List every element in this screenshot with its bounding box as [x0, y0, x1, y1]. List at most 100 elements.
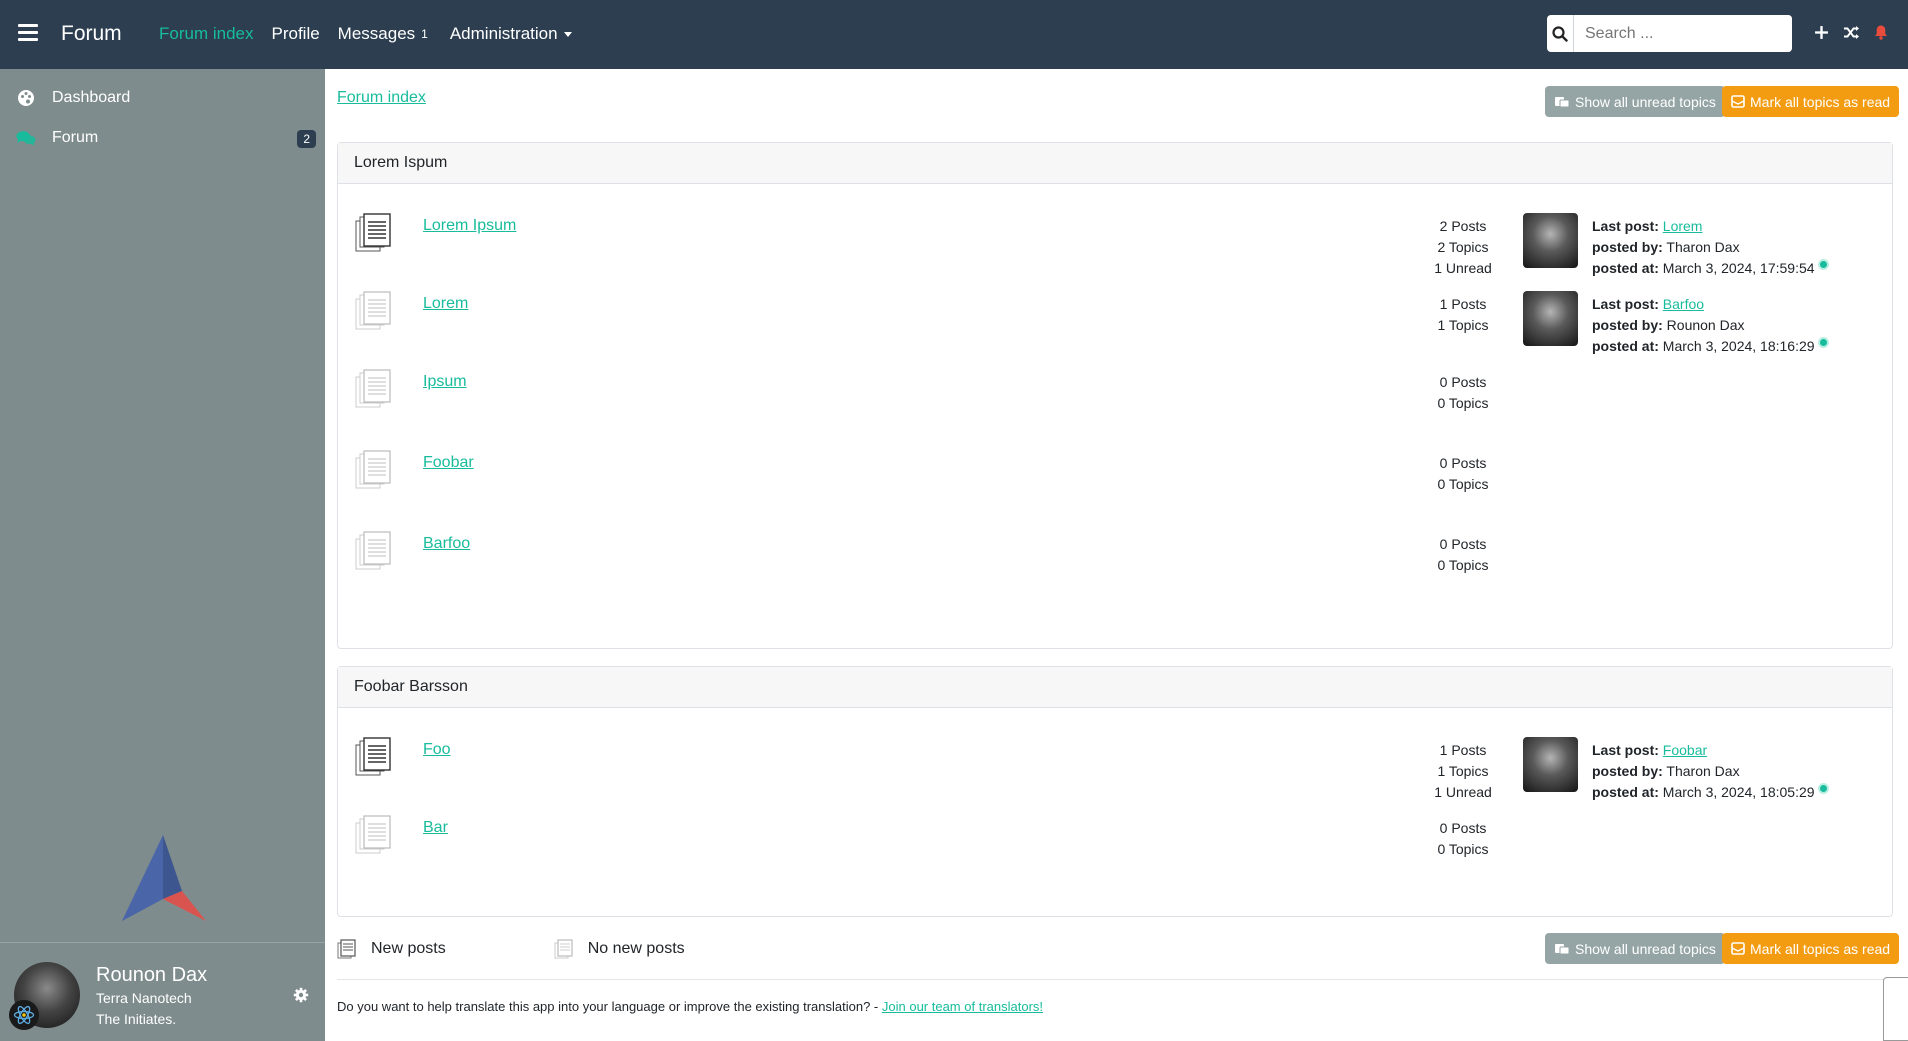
- last-post-info: Last post: Lorem posted by: Tharon Dax p…: [1592, 216, 1829, 279]
- topic-count: 0 Topics: [1437, 557, 1489, 573]
- mark-read-label: Mark all topics as read: [1750, 93, 1891, 110]
- main-nav: Forum index Profile Messages 1 Administr…: [159, 24, 590, 44]
- gear-icon[interactable]: [293, 987, 309, 1007]
- board-row: Foobar 0 Posts 0 Topics: [338, 450, 1892, 500]
- eye-slash-icon: [1555, 97, 1570, 108]
- document-stack-faded-icon: [554, 939, 573, 959]
- posted-at: March 3, 2024, 18:16:29: [1662, 338, 1815, 354]
- board-link[interactable]: Bar: [423, 819, 448, 837]
- breadcrumb-forum-index[interactable]: Forum index: [337, 89, 426, 107]
- eve-time-icon: [1817, 783, 1829, 794]
- board-stats: 0 Posts 0 Topics: [1378, 372, 1548, 414]
- posted-at-label: posted at:: [1592, 260, 1659, 276]
- posted-by: Tharon Dax: [1666, 763, 1740, 779]
- nav-administration[interactable]: Administration: [450, 24, 572, 44]
- category-title: Foobar Barsson: [338, 667, 1892, 708]
- eve-time-icon: [1817, 259, 1829, 270]
- show-unread-button-bottom[interactable]: Show all unread topics: [1545, 933, 1725, 964]
- user-name: Rounon Dax: [96, 964, 208, 986]
- document-stack-faded-icon: [355, 815, 391, 854]
- show-unread-button-top[interactable]: Show all unread topics: [1545, 86, 1725, 117]
- posted-at: March 3, 2024, 17:59:54: [1662, 260, 1815, 276]
- board-link[interactable]: Lorem: [423, 295, 468, 313]
- mark-read-button-top[interactable]: Mark all topics as read: [1722, 86, 1900, 117]
- board-stats: 0 Posts 0 Topics: [1378, 453, 1548, 495]
- post-count: 0 Posts: [1439, 536, 1487, 552]
- bell-icon[interactable]: [1874, 24, 1888, 40]
- plus-icon[interactable]: [1814, 25, 1829, 40]
- last-post-label: Last post:: [1592, 218, 1659, 234]
- messages-badge: 1: [421, 27, 428, 41]
- last-post-info: Last post: Barfoo posted by: Rounon Dax …: [1592, 294, 1829, 357]
- board-link[interactable]: Barfoo: [423, 535, 470, 553]
- caret-down-icon: [563, 32, 572, 38]
- board-link[interactable]: Ipsum: [423, 373, 467, 391]
- shuffle-icon[interactable]: [1843, 25, 1860, 40]
- debug-toolbar-tab[interactable]: [1883, 977, 1908, 1041]
- board-link[interactable]: Lorem Ipsum: [423, 217, 516, 235]
- top-navbar: Forum Forum index Profile Messages 1 Adm…: [0, 0, 1908, 69]
- user-alliance: The Initiates.: [96, 1011, 177, 1027]
- legend-no-new-posts-label: No new posts: [587, 940, 685, 957]
- document-stack-icon: [355, 213, 391, 252]
- legend-new-posts: New posts: [337, 939, 446, 959]
- translation-notice: Do you want to help translate this app i…: [337, 999, 1043, 1014]
- board-row: Foo 1 Posts 1 Topics 1 Unread Last post:…: [338, 737, 1892, 800]
- document-stack-icon: [337, 939, 356, 959]
- search-button[interactable]: [1547, 15, 1574, 52]
- posted-at-label: posted at:: [1592, 338, 1659, 354]
- sidebar-item-label: Forum: [52, 129, 99, 146]
- user-corporation: Terra Nanotech: [96, 990, 192, 1006]
- sidebar-item-forum[interactable]: Forum 2: [0, 118, 325, 158]
- envelope-open-icon: [1731, 942, 1745, 955]
- brand-title[interactable]: Forum: [61, 22, 122, 46]
- show-unread-label: Show all unread topics: [1575, 940, 1716, 957]
- palette-icon: [16, 88, 36, 108]
- translation-text: Do you want to help translate this app i…: [337, 999, 882, 1014]
- mark-read-button-bottom[interactable]: Mark all topics as read: [1722, 933, 1900, 964]
- board-link[interactable]: Foobar: [423, 454, 474, 472]
- category-card: Lorem Ispum Lorem Ipsum 2 Posts 2 Topics…: [337, 142, 1893, 649]
- posted-by-label: posted by:: [1592, 239, 1663, 255]
- board-row: Barfoo 0 Posts 0 Topics: [338, 531, 1892, 581]
- nav-forum-index[interactable]: Forum index: [159, 24, 253, 44]
- board-row: Lorem Ipsum 2 Posts 2 Topics 1 Unread La…: [338, 213, 1892, 276]
- post-count: 0 Posts: [1439, 455, 1487, 471]
- board-row: Ipsum 0 Posts 0 Topics: [338, 369, 1892, 419]
- posted-at-label: posted at:: [1592, 784, 1659, 800]
- posted-by-label: posted by:: [1592, 317, 1663, 333]
- show-unread-label: Show all unread topics: [1575, 93, 1716, 110]
- main-content: Forum index Show all unread topics Mark …: [325, 69, 1908, 1041]
- category-title: Lorem Ispum: [338, 143, 1892, 184]
- comments-icon: [16, 128, 36, 148]
- divider: [337, 979, 1893, 980]
- nav-messages[interactable]: Messages: [338, 24, 415, 44]
- translators-link[interactable]: Join our team of translators!: [882, 999, 1043, 1014]
- nav-administration-label: Administration: [449, 24, 558, 43]
- nav-profile[interactable]: Profile: [271, 24, 319, 44]
- board-link[interactable]: Foo: [423, 741, 451, 759]
- document-stack-faded-icon: [355, 291, 391, 330]
- document-stack-faded-icon: [355, 369, 391, 408]
- top-actions: [1814, 24, 1888, 40]
- last-post-link[interactable]: Lorem: [1663, 218, 1703, 234]
- document-stack-faded-icon: [355, 450, 391, 489]
- hamburger-icon[interactable]: [18, 24, 38, 42]
- last-post-link[interactable]: Foobar: [1663, 742, 1707, 758]
- last-post-label: Last post:: [1592, 296, 1659, 312]
- search-input[interactable]: [1574, 15, 1792, 52]
- sidebar-item-dashboard[interactable]: Dashboard: [0, 78, 325, 118]
- posted-by-label: posted by:: [1592, 763, 1663, 779]
- board-row: Bar 0 Posts 0 Topics: [338, 815, 1892, 865]
- posted-at: March 3, 2024, 18:05:29: [1662, 784, 1815, 800]
- last-post-link[interactable]: Barfoo: [1663, 296, 1704, 312]
- atom-icon: [9, 1000, 39, 1030]
- legend-no-new-posts: No new posts: [554, 939, 685, 959]
- board-stats: 0 Posts 0 Topics: [1378, 534, 1548, 576]
- sidebar: Dashboard Forum 2 Rounon Dax Terra Nanot…: [0, 69, 325, 1041]
- topic-count: 0 Topics: [1437, 476, 1489, 492]
- eve-time-icon: [1817, 337, 1829, 348]
- board-stats: 0 Posts 0 Topics: [1378, 818, 1548, 860]
- category-card: Foobar Barsson Foo 1 Posts 1 Topics 1 Un…: [337, 666, 1893, 917]
- search-box: [1547, 15, 1792, 52]
